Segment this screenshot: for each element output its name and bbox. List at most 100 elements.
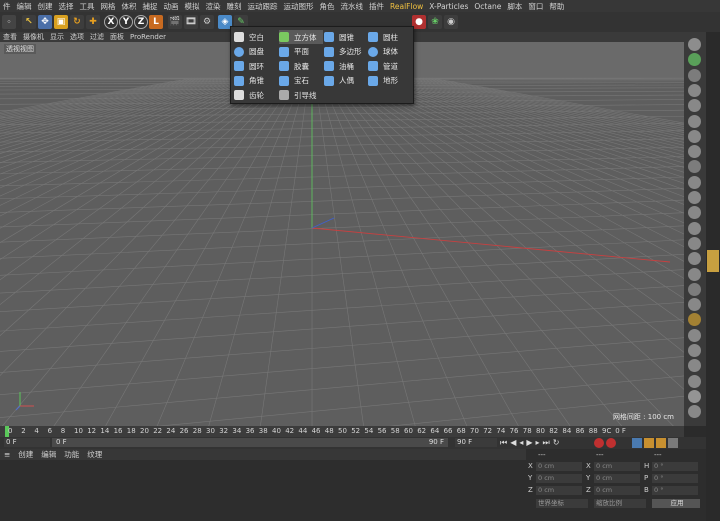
sphere-view-icon[interactable] [688, 38, 701, 51]
menu-item[interactable]: 模拟 [182, 1, 203, 12]
viewport-menu-item[interactable]: 查看 [0, 32, 20, 42]
menu-item[interactable]: 体积 [119, 1, 140, 12]
menu-item[interactable]: 件 [0, 1, 14, 12]
menu-item-cone[interactable]: 圆锥 [324, 30, 367, 44]
menu-item-cylinder[interactable]: 圆柱 [368, 30, 410, 44]
viewport-menu-item[interactable]: ProRender [127, 33, 169, 41]
menu-item[interactable]: 插件 [366, 1, 387, 12]
menu-item-pyramid[interactable]: 角锥 [234, 74, 278, 88]
move-tool-icon[interactable]: ✥ [38, 15, 52, 29]
grid-icon[interactable] [688, 191, 701, 204]
menu-item-gear[interactable]: 齿轮 [234, 88, 278, 102]
axis-icon[interactable] [688, 221, 701, 235]
start-frame-field[interactable]: 0 F [4, 438, 50, 447]
z-axis-lock[interactable]: Z [134, 15, 148, 29]
menu-item[interactable]: 流水线 [338, 1, 367, 12]
key-scale-icon[interactable] [644, 438, 654, 448]
menu-item[interactable]: 工具 [77, 1, 98, 12]
menu-item-polygon[interactable]: 多边形 [324, 45, 367, 59]
menu-item[interactable]: RealFlow [387, 2, 426, 11]
edit-icon[interactable] [688, 68, 701, 82]
menu-item-null[interactable]: 空白 [234, 30, 278, 44]
position-field[interactable]: 0 cm [536, 474, 582, 483]
menu-item-plane[interactable]: 平面 [279, 45, 323, 59]
sphere-icon[interactable] [688, 389, 701, 403]
brush-icon[interactable] [688, 252, 701, 266]
record-icon[interactable] [594, 438, 604, 448]
menu-item[interactable]: 帮助 [546, 1, 567, 12]
cube-outline-icon[interactable] [688, 114, 701, 128]
key-rotation-icon[interactable] [656, 438, 666, 448]
viewport-menu-item[interactable]: 选项 [67, 32, 87, 42]
cube-outline-icon[interactable] [688, 129, 701, 143]
coordinate-system-icon[interactable]: L [149, 15, 163, 29]
menu-item-landscape[interactable]: 地形 [368, 74, 410, 88]
menu-item[interactable]: 脚本 [504, 1, 525, 12]
scene-icon[interactable]: ❀ [428, 15, 442, 29]
menu-item-torus[interactable]: 圆环 [234, 59, 278, 73]
material-menu-item[interactable]: 纹理 [83, 449, 106, 460]
scale-tool-icon[interactable]: ▣ [54, 15, 68, 29]
menu-item-oil-tank[interactable]: 油桶 [324, 59, 367, 73]
menu-item-gem[interactable]: 宝石 [279, 74, 323, 88]
viewport-menu-item[interactable]: 过滤 [87, 32, 107, 42]
layer-icon[interactable] [688, 298, 701, 312]
position-field[interactable]: 0 cm [536, 462, 582, 471]
menu-item[interactable]: X-Particles [426, 2, 471, 11]
material-menu-item[interactable]: 编辑 [37, 449, 60, 460]
rotate-tool-icon[interactable]: ↻ [70, 15, 84, 29]
rotation-field[interactable]: 0 ° [652, 486, 698, 495]
camera-icon[interactable]: ◉ [444, 15, 458, 29]
menu-item-tube[interactable]: 管道 [368, 59, 410, 73]
cube-outline-icon[interactable] [688, 145, 701, 159]
close-icon[interactable] [688, 328, 701, 342]
menu-item[interactable]: 创建 [35, 1, 56, 12]
viewport-menu-item[interactable]: 显示 [47, 32, 67, 42]
recent-tool-icon[interactable]: ✚ [86, 15, 100, 29]
menu-item-figure[interactable]: 人偶 [324, 74, 367, 88]
sphere-icon[interactable] [688, 405, 701, 419]
viewport-menu-item[interactable]: 面板 [107, 32, 127, 42]
green-sphere-icon[interactable] [688, 53, 701, 67]
size-field[interactable]: 0 cm [594, 474, 640, 483]
material-menu-item[interactable]: 创建 [14, 449, 37, 460]
viewport-menu-item[interactable]: 摄像机 [20, 32, 47, 42]
menu-item[interactable]: 渲染 [203, 1, 224, 12]
panel-tab[interactable] [707, 250, 719, 272]
size-mode-select[interactable]: 缩放比例 [594, 499, 646, 508]
material-menu-item[interactable]: 功能 [60, 449, 83, 460]
menu-item[interactable]: 角色 [317, 1, 338, 12]
sphere-icon[interactable] [688, 359, 701, 373]
sphere-icon[interactable] [688, 374, 701, 388]
pointer-tool-icon[interactable]: ↖ [22, 15, 36, 29]
playback-buttons[interactable]: ⏮◀◂▶▸⏭↻ [500, 438, 562, 448]
autokey-icon[interactable] [606, 438, 616, 448]
cube-outline-icon[interactable] [688, 160, 701, 174]
menu-item[interactable]: 选择 [56, 1, 77, 12]
coordinate-mode-select[interactable]: 世界坐标 [536, 499, 588, 508]
size-field[interactable]: 0 cm [594, 486, 640, 495]
menu-item[interactable]: Octane [471, 2, 504, 11]
menu-item[interactable]: 编辑 [14, 1, 35, 12]
knife-icon[interactable] [688, 267, 701, 281]
grid-icon[interactable] [688, 206, 701, 220]
end-frame-field[interactable]: 90 F [455, 438, 497, 447]
menu-item-sphere[interactable]: 球体 [368, 45, 410, 59]
key-position-icon[interactable] [632, 438, 642, 448]
menu-item[interactable]: 运动图形 [281, 1, 317, 12]
menu-item[interactable]: 窗口 [525, 1, 546, 12]
frame-range-slider[interactable]: 0 F 90 F [52, 438, 448, 447]
position-field[interactable]: 0 cm [536, 486, 582, 495]
menu-item[interactable]: 网格 [98, 1, 119, 12]
rotation-field[interactable]: 0 ° [652, 474, 698, 483]
menu-item-cube[interactable]: 立方体 [279, 30, 323, 44]
x-axis-lock[interactable]: X [104, 15, 118, 29]
cube-outline-icon[interactable] [688, 99, 701, 113]
cube-outline-icon[interactable] [688, 175, 701, 189]
menu-item[interactable]: 捕捉 [140, 1, 161, 12]
menu-item[interactable]: 动画 [161, 1, 182, 12]
timeline-ruler[interactable]: 0 2 4 6 8 10 12 14 16 18 20 22 24 26 28 30 32 34 36 38 40 42 4… [0, 426, 684, 437]
menu-item[interactable]: 运动跟踪 [245, 1, 281, 12]
render-picture-viewer-icon[interactable]: 🎞 [184, 15, 198, 29]
render-settings-icon[interactable]: ⚙ [200, 15, 214, 29]
